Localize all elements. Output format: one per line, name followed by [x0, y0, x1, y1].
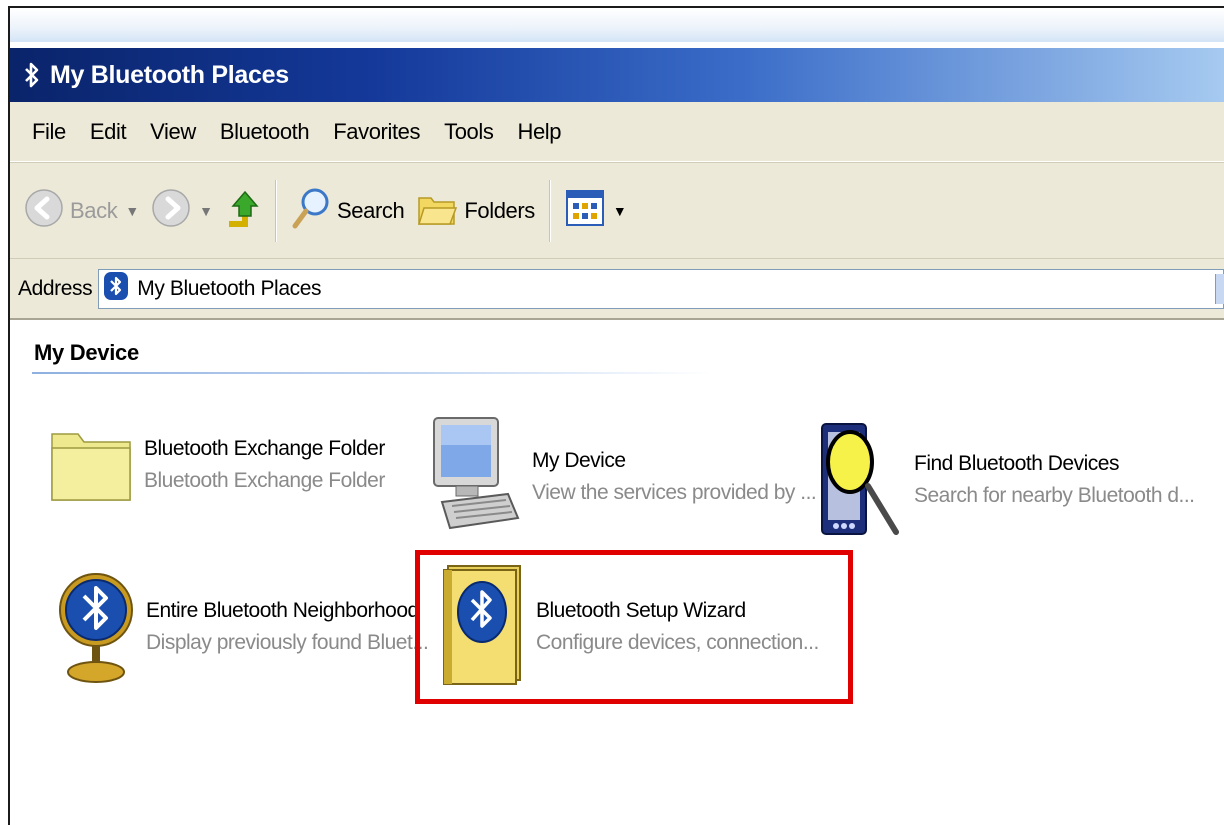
- bluetooth-icon: [24, 60, 42, 90]
- computer-icon: [428, 414, 522, 539]
- menu-edit[interactable]: Edit: [78, 115, 138, 149]
- views-dropdown-icon[interactable]: ▼: [613, 203, 627, 219]
- explorer-window: My Bluetooth Places File Edit View Bluet…: [8, 6, 1224, 825]
- item-description: Bluetooth Exchange Folder: [144, 468, 385, 492]
- menu-view[interactable]: View: [138, 115, 208, 149]
- item-name: My Device: [532, 448, 626, 472]
- folder-icon: [48, 420, 134, 509]
- item-entire-bluetooth-neighborhood[interactable]: Entire Bluetooth Neighborhood Display pr…: [56, 560, 429, 693]
- menu-bar: File Edit View Bluetooth Favorites Tools…: [10, 102, 1224, 162]
- desktop-strip: [10, 8, 1224, 42]
- forward-button[interactable]: ▼: [145, 181, 219, 241]
- item-description: Display previously found Bluet...: [146, 630, 429, 654]
- folders-icon: [416, 188, 458, 233]
- item-name: Find Bluetooth Devices: [914, 451, 1119, 475]
- item-bluetooth-exchange-folder[interactable]: Bluetooth Exchange Folder Bluetooth Exch…: [48, 420, 385, 509]
- menu-favorites[interactable]: Favorites: [321, 115, 432, 149]
- folders-button[interactable]: Folders: [410, 181, 541, 241]
- item-name: Entire Bluetooth Neighborhood: [146, 598, 419, 622]
- window-title: My Bluetooth Places: [50, 60, 289, 89]
- search-button[interactable]: Search: [285, 181, 410, 241]
- address-dropdown-button[interactable]: [1215, 273, 1224, 304]
- address-label: Address: [18, 276, 93, 300]
- address-value: My Bluetooth Places: [137, 276, 322, 300]
- toolbar-separator: [275, 179, 278, 242]
- forward-dropdown-icon[interactable]: ▼: [199, 203, 213, 219]
- magnifier-device-icon: [816, 414, 902, 545]
- back-dropdown-icon[interactable]: ▼: [125, 203, 139, 219]
- item-my-device[interactable]: My Device View the services provided by …: [428, 414, 817, 539]
- folders-label: Folders: [464, 197, 535, 223]
- bluetooth-address-icon: [103, 271, 129, 306]
- content-pane: My Device Bluetooth Exchange Folder Blue…: [10, 320, 1224, 825]
- toolbar-separator: [548, 179, 551, 242]
- search-label: Search: [337, 197, 405, 223]
- menu-tools[interactable]: Tools: [432, 115, 505, 149]
- address-bar: Address My Bluetooth Places: [10, 258, 1224, 320]
- up-folder-icon: [225, 186, 261, 235]
- views-button[interactable]: ▼: [559, 181, 633, 241]
- highlight-box: [415, 550, 853, 704]
- address-input[interactable]: My Bluetooth Places: [98, 268, 1224, 309]
- item-find-bluetooth-devices[interactable]: Find Bluetooth Devices Search for nearby…: [816, 414, 1195, 545]
- item-name: Bluetooth Exchange Folder: [144, 436, 385, 460]
- back-label: Back: [70, 197, 118, 223]
- back-arrow-icon: [24, 188, 64, 233]
- views-icon: [565, 189, 605, 232]
- menu-help[interactable]: Help: [505, 115, 573, 149]
- search-icon: [291, 186, 331, 235]
- title-bar[interactable]: My Bluetooth Places: [10, 48, 1224, 102]
- up-folder-button[interactable]: [219, 181, 267, 241]
- menu-file[interactable]: File: [20, 115, 78, 149]
- item-description: Search for nearby Bluetooth d...: [914, 483, 1195, 507]
- toolbar: Back ▼ ▼ Search Folders ▼: [10, 162, 1224, 258]
- menu-bluetooth[interactable]: Bluetooth: [208, 115, 321, 149]
- forward-arrow-icon: [151, 188, 191, 233]
- bluetooth-globe-icon: [56, 560, 136, 693]
- item-description: View the services provided by ...: [532, 480, 817, 504]
- back-button[interactable]: Back ▼: [18, 181, 145, 241]
- section-divider: [32, 372, 712, 374]
- section-title: My Device: [34, 340, 139, 365]
